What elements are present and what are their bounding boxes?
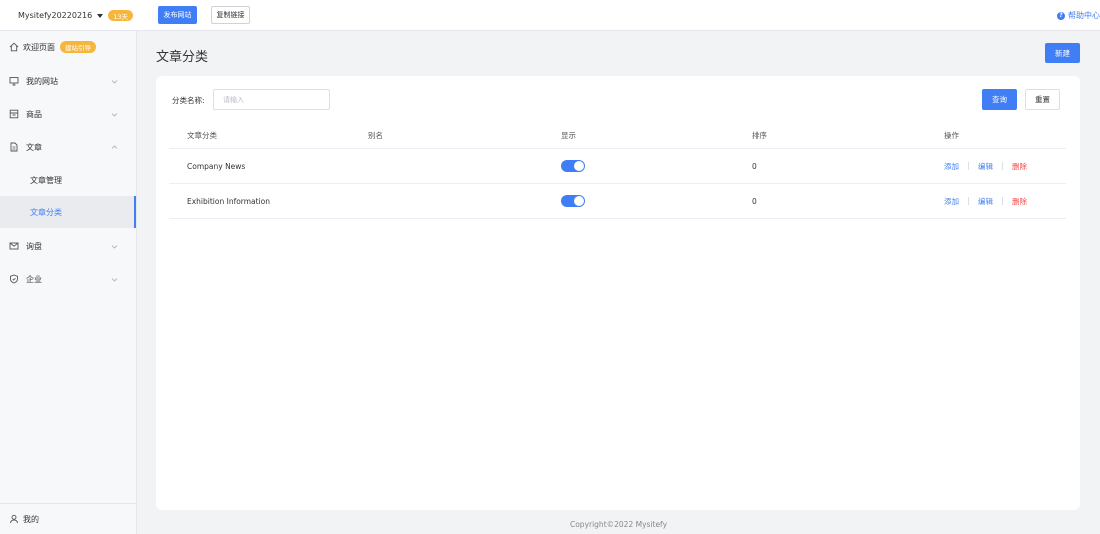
question-circle-icon: ? (1057, 11, 1065, 20)
active-indicator (134, 196, 136, 228)
reset-button[interactable]: 重置 (1025, 89, 1060, 110)
divider (1002, 197, 1003, 205)
chevron-down-icon (111, 276, 118, 283)
toggle-knob (574, 196, 584, 206)
actions-cell: 添加 编辑 删除 (944, 184, 1027, 218)
add-link[interactable]: 添加 (944, 161, 959, 172)
display-cell (561, 149, 585, 183)
add-link[interactable]: 添加 (944, 196, 959, 207)
category-name-label: 分类名称: (172, 96, 205, 105)
days-remaining-badge: 13天 (108, 10, 133, 21)
display-cell (561, 184, 585, 218)
footer-copyright: Copyright©2022 Mysitefy (569, 520, 668, 529)
sidebar-item-articles[interactable]: 文章 (0, 131, 136, 163)
publish-site-button[interactable]: 发布网站 (158, 6, 197, 24)
sidebar-item-label: 企业 (26, 274, 42, 284)
sidebar-item-label: 商品 (26, 109, 42, 119)
content-card: 分类名称: 查询 重置 文章分类 别名 显示 排序 操作 Company New… (156, 76, 1080, 510)
chevron-up-icon (111, 144, 118, 151)
sidebar-item-inquiries[interactable]: 询盘 (0, 230, 136, 262)
site-selector[interactable]: Mysitefy20220216 13天 (18, 9, 133, 22)
site-name: Mysitefy20220216 (18, 11, 93, 20)
product-icon (9, 109, 19, 119)
order-cell: 0 (752, 196, 757, 206)
category-name-cell: Company News (187, 161, 246, 171)
column-header: 排序 (752, 131, 767, 140)
sidebar-item-label: 我的网站 (26, 76, 58, 86)
sidebar-item-article-management[interactable]: 文章管理 (0, 164, 136, 196)
sidebar-subitem-label: 文章管理 (30, 175, 62, 185)
sidebar-item-label: 询盘 (26, 241, 42, 251)
site-guide-badge[interactable]: 建站引导 (60, 41, 96, 53)
caret-down-icon (97, 13, 104, 18)
top-bar: Mysitefy20220216 13天 发布网站 复制链接 ? 帮助中心 (0, 0, 1100, 31)
mail-icon (9, 241, 19, 251)
chevron-down-icon (111, 243, 118, 250)
actions-cell: 添加 编辑 删除 (944, 149, 1027, 183)
home-icon (9, 42, 19, 52)
table-row: Exhibition Information 0 添加 编辑 删除 (169, 184, 1066, 219)
category-table: 文章分类 别名 显示 排序 操作 Company News 0 添加 编辑 删除… (169, 126, 1066, 219)
sidebar-item-my-account[interactable]: 我的 (0, 503, 136, 534)
sidebar-item-products[interactable]: 商品 (0, 98, 136, 130)
query-button[interactable]: 查询 (982, 89, 1017, 110)
copy-link-button[interactable]: 复制链接 (211, 6, 250, 24)
document-icon (9, 142, 19, 152)
category-name-cell: Exhibition Information (187, 196, 271, 206)
help-center-label: 帮助中心 (1068, 11, 1100, 20)
category-name-input[interactable] (213, 89, 330, 110)
chevron-down-icon (111, 78, 118, 85)
divider (968, 197, 969, 205)
table-row: Company News 0 添加 编辑 删除 (169, 149, 1066, 184)
sidebar-item-article-categories[interactable]: 文章分类 (0, 196, 136, 228)
divider (1002, 162, 1003, 170)
sidebar-item-welcome[interactable]: 欢迎页面 建站引导 (0, 31, 136, 63)
sidebar: 欢迎页面 建站引导 我的网站 商品 文章 文章管理 文章分类 询盘 企业 我的 (0, 31, 137, 534)
edit-link[interactable]: 编辑 (978, 161, 993, 172)
delete-link[interactable]: 删除 (1012, 161, 1027, 172)
sidebar-item-my-website[interactable]: 我的网站 (0, 65, 136, 97)
user-icon (9, 514, 19, 524)
edit-link[interactable]: 编辑 (978, 196, 993, 207)
column-header: 显示 (561, 131, 576, 140)
new-button[interactable]: 新建 (1045, 43, 1080, 63)
chevron-down-icon (111, 111, 118, 118)
sidebar-item-label: 欢迎页面 (23, 42, 55, 52)
sidebar-item-label: 文章 (26, 142, 42, 152)
display-toggle[interactable] (561, 195, 585, 207)
shield-icon (9, 274, 19, 284)
sidebar-item-label: 我的 (23, 514, 39, 524)
page-title: 文章分类 (156, 50, 209, 65)
delete-link[interactable]: 删除 (1012, 196, 1027, 207)
toggle-knob (574, 161, 584, 171)
display-toggle[interactable] (561, 160, 585, 172)
order-cell: 0 (752, 161, 757, 171)
column-header: 文章分类 (187, 131, 217, 140)
column-header: 操作 (944, 131, 959, 140)
divider (968, 162, 969, 170)
monitor-icon (9, 76, 19, 86)
table-header: 文章分类 别名 显示 排序 操作 (169, 126, 1066, 149)
sidebar-subitem-label: 文章分类 (30, 207, 62, 217)
help-center-link[interactable]: ? 帮助中心 (1057, 10, 1100, 21)
sidebar-item-company[interactable]: 企业 (0, 263, 136, 295)
column-header: 别名 (368, 131, 383, 140)
